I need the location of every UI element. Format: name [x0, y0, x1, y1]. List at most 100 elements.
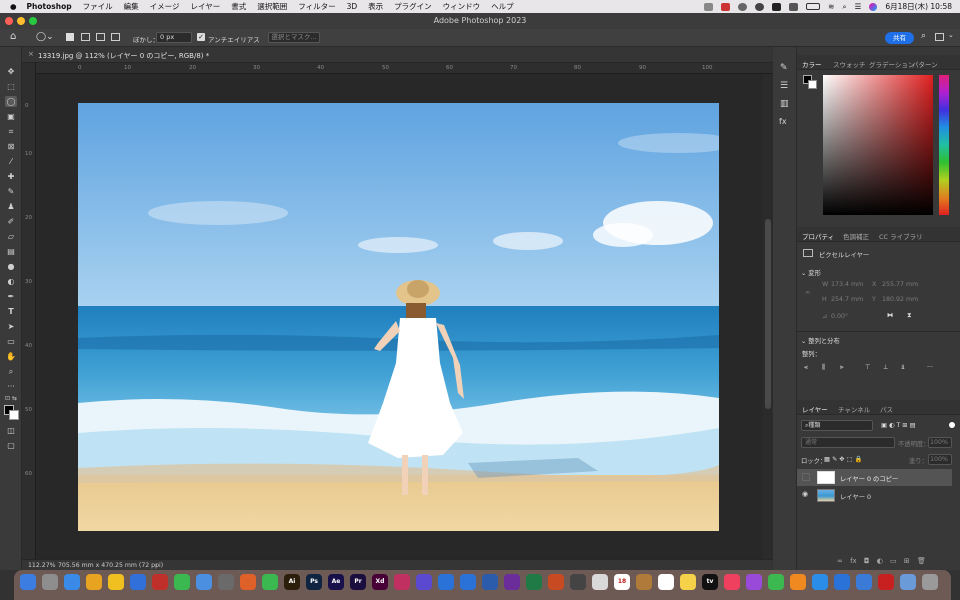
horizontal-ruler[interactable]: 0 10 20 30 40 50 60 70 80 90 100	[36, 63, 773, 74]
dock-app-icon[interactable]	[42, 574, 58, 590]
status-icon[interactable]	[772, 2, 782, 11]
dock-app-icon[interactable]	[152, 574, 168, 590]
home-icon[interactable]: ⌂	[10, 31, 16, 42]
workspace-menu-icon[interactable]: ⌄	[948, 31, 954, 39]
dock-app-icon[interactable]	[394, 574, 410, 590]
tab-channels[interactable]: チャンネル	[838, 404, 870, 414]
gradient-tool-icon[interactable]: ▤	[5, 246, 17, 257]
menu-view[interactable]: 表示	[368, 1, 383, 12]
new-selection-icon[interactable]	[66, 33, 74, 41]
link-icon[interactable]: ∞	[805, 289, 810, 296]
feather-input[interactable]: 0 px	[156, 32, 192, 43]
dock-app-icon[interactable]	[196, 574, 212, 590]
flip-vertical-icon[interactable]: ⧗	[907, 312, 911, 320]
menu-image[interactable]: イメージ	[150, 1, 180, 12]
more-options-icon[interactable]: ···	[927, 364, 933, 371]
dodge-tool-icon[interactable]: ◐	[5, 276, 17, 287]
dock-app-icon[interactable]	[768, 574, 784, 590]
close-tab-icon[interactable]: ×	[28, 50, 34, 58]
dock-app-icon[interactable]	[86, 574, 102, 590]
dock-app-icon[interactable]	[416, 574, 432, 590]
path-select-tool-icon[interactable]: ➤	[5, 321, 17, 332]
dock-app-icon[interactable]: Ps	[306, 574, 322, 590]
dock-app-icon[interactable]	[724, 574, 740, 590]
screen-mode-icon[interactable]: ▢	[5, 440, 17, 451]
zoom-window-button[interactable]	[29, 17, 37, 25]
layer-name[interactable]: レイヤー 0 のコピー	[840, 474, 898, 483]
new-layer-icon[interactable]: ⊞	[904, 557, 910, 565]
default-colors-icon[interactable]: ⊡ ⇆	[5, 393, 17, 404]
y-value[interactable]: 180.92 mm	[882, 296, 918, 303]
intersect-selection-icon[interactable]	[111, 33, 120, 41]
menu-window[interactable]: ウィンドウ	[443, 1, 481, 12]
lock-icons[interactable]: ▦ ✎ ✥ ⬚ 🔒	[824, 455, 862, 463]
menu-file[interactable]: ファイル	[83, 1, 113, 12]
search-icon[interactable]: ⌕	[921, 31, 926, 41]
dock-app-icon[interactable]	[218, 574, 234, 590]
status-icon[interactable]	[789, 2, 799, 11]
tab-swatches[interactable]: スウォッチ	[833, 59, 866, 69]
dock-app-icon[interactable]	[636, 574, 652, 590]
crop-tool-icon[interactable]: ⌗	[5, 126, 17, 137]
history-panel-icon[interactable]: ✎	[780, 63, 788, 73]
flip-horizontal-icon[interactable]: ⧓	[887, 312, 893, 319]
dock-app-icon[interactable]	[856, 574, 872, 590]
document-info[interactable]: 705.56 mm x 470.25 mm (72 ppi)	[58, 562, 163, 569]
menu-edit[interactable]: 編集	[124, 1, 139, 12]
tab-cc-libraries[interactable]: CC ライブラリ	[879, 231, 923, 241]
dock-app-icon[interactable]	[240, 574, 256, 590]
menu-app-name[interactable]: Photoshop	[27, 2, 72, 11]
tab-patterns[interactable]: パターン	[912, 59, 938, 69]
fx-panel-icon[interactable]: fx	[779, 117, 787, 126]
battery-icon[interactable]	[806, 3, 821, 10]
antialias-checkbox[interactable]: ✓	[197, 33, 205, 41]
lasso-tool-icon[interactable]: ◯	[5, 96, 17, 107]
add-mask-icon[interactable]: ◘	[864, 557, 870, 565]
doc-info-arrow-icon[interactable]: ›	[155, 562, 157, 569]
align-center-icon[interactable]: ⫼	[822, 364, 825, 372]
align-left-icon[interactable]: ⫷	[804, 364, 808, 372]
tab-layers[interactable]: レイヤー	[802, 404, 828, 414]
transform-header[interactable]: ⌄ 変形	[801, 268, 821, 277]
healing-tool-icon[interactable]: ✚	[5, 171, 17, 182]
rectangle-tool-icon[interactable]: ▭	[5, 336, 17, 347]
layer-name[interactable]: レイヤー 0	[840, 492, 871, 501]
stamp-tool-icon[interactable]: ♟	[5, 201, 17, 212]
align-top-icon[interactable]: ⊤	[865, 364, 871, 371]
status-icon[interactable]	[721, 2, 731, 11]
dock-app-icon[interactable]	[20, 574, 36, 590]
vertical-ruler[interactable]: 0 10 20 30 40 50 60	[22, 63, 36, 559]
dock-app-icon[interactable]: 18	[614, 574, 630, 590]
apple-icon[interactable]: ●	[10, 2, 17, 11]
dock-app-icon[interactable]	[812, 574, 828, 590]
dock-app-icon[interactable]	[504, 574, 520, 590]
menu-select[interactable]: 選択範囲	[257, 1, 287, 12]
dock-app-icon[interactable]	[790, 574, 806, 590]
object-select-tool-icon[interactable]: ▣	[5, 111, 17, 122]
menu-filter[interactable]: フィルター	[298, 1, 335, 12]
status-icon[interactable]	[755, 2, 765, 11]
dock-app-icon[interactable]	[262, 574, 278, 590]
tab-color[interactable]: カラー	[802, 59, 822, 69]
lasso-tool-preset-icon[interactable]: ◯⌄	[36, 32, 54, 42]
dock-app-icon[interactable]	[746, 574, 762, 590]
dock-app-icon[interactable]: Ae	[328, 574, 344, 590]
dock-app-icon[interactable]: Pr	[350, 574, 366, 590]
fx-icon[interactable]: fx	[850, 557, 857, 565]
dock-app-icon[interactable]	[834, 574, 850, 590]
menu-3d[interactable]: 3D	[347, 2, 358, 11]
document-tab-title[interactable]: 13319.jpg @ 112% (レイヤー 0 のコピー, RGB/8) *	[38, 51, 209, 61]
align-right-icon[interactable]: ⫸	[840, 364, 844, 372]
layer-row-selected[interactable]: レイヤー 0 のコピー	[797, 469, 952, 486]
align-bottom-icon[interactable]: ⫫	[901, 364, 905, 372]
layer-filter-select[interactable]: ⌕種類	[801, 420, 873, 431]
filter-pixel-icon[interactable]: ▣ ◐ T ⊞ ▤	[881, 422, 916, 429]
dock-app-icon[interactable]	[878, 574, 894, 590]
align-middle-icon[interactable]: ⊥	[883, 364, 889, 371]
hue-slider[interactable]	[939, 75, 949, 215]
eyedropper-tool-icon[interactable]: ⁄	[5, 156, 17, 167]
dock-app-icon[interactable]	[922, 574, 938, 590]
eraser-tool-icon[interactable]: ▱	[5, 231, 17, 242]
dock-app-icon[interactable]	[592, 574, 608, 590]
tab-properties[interactable]: プロパティ	[802, 231, 834, 241]
